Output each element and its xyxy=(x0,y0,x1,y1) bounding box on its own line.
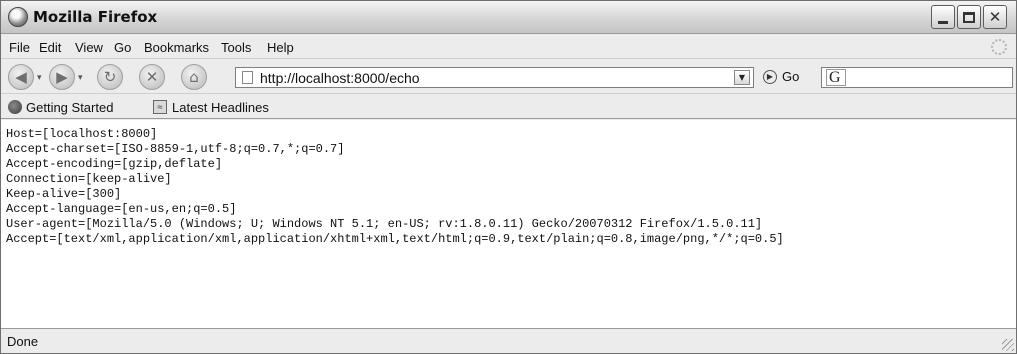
menu-bar: File Edit View Go Bookmarks Tools Help xyxy=(1,35,1016,59)
back-icon: ◀ xyxy=(15,68,27,86)
menu-help[interactable]: Help xyxy=(267,40,294,55)
url-bar[interactable]: http://localhost:8000/echo ▼ xyxy=(235,67,754,88)
forward-dropdown-icon[interactable]: ▾ xyxy=(78,73,83,83)
back-dropdown-icon[interactable]: ▾ xyxy=(37,73,42,83)
menu-bookmarks[interactable]: Bookmarks xyxy=(144,40,209,55)
url-dropdown-icon[interactable]: ▼ xyxy=(734,70,750,85)
go-icon[interactable]: ▶ xyxy=(763,70,777,84)
throbber-icon xyxy=(991,39,1007,55)
bookmark-getting-started[interactable]: Getting Started xyxy=(26,100,113,115)
go-button[interactable]: Go xyxy=(782,69,799,84)
reload-button[interactable]: ↻ xyxy=(97,64,123,90)
close-button[interactable]: ✕ xyxy=(983,5,1007,29)
menu-file[interactable]: File xyxy=(9,40,30,55)
content-line: Accept=[text/xml,application/xml,applica… xyxy=(6,232,784,246)
resize-grip-icon[interactable] xyxy=(1002,339,1014,351)
forward-button[interactable]: ▶ xyxy=(49,64,75,90)
search-engine-icon[interactable]: G xyxy=(826,69,846,86)
menu-tools[interactable]: Tools xyxy=(221,40,251,55)
url-text[interactable]: http://localhost:8000/echo xyxy=(260,70,420,86)
content-line: Accept-encoding=[gzip,deflate] xyxy=(6,157,223,171)
close-icon: ✕ xyxy=(988,8,1002,26)
content-line: Accept-charset=[ISO-8859-1,utf-8;q=0.7,*… xyxy=(6,142,345,156)
reload-icon: ↻ xyxy=(103,68,117,86)
rss-icon: ≈ xyxy=(153,100,167,114)
stop-button[interactable]: ✕ xyxy=(139,64,165,90)
window-title: Mozilla Firefox xyxy=(33,8,158,26)
stop-icon: ✕ xyxy=(145,68,159,86)
content-line: Keep-alive=[300] xyxy=(6,187,122,201)
forward-icon: ▶ xyxy=(56,68,68,86)
menu-go[interactable]: Go xyxy=(114,40,131,55)
content-line: User-agent=[Mozilla/5.0 (Windows; U; Win… xyxy=(6,217,763,231)
menu-edit[interactable]: Edit xyxy=(39,40,61,55)
navigation-toolbar: ◀ ▾ ▶ ▾ ↻ ✕ ⌂ http://localhost:8000/echo… xyxy=(1,60,1016,94)
content-line: Connection=[keep-alive] xyxy=(6,172,172,186)
bookmarks-toolbar: Getting Started ≈ Latest Headlines xyxy=(1,95,1016,119)
page-icon xyxy=(242,71,253,84)
getting-started-icon xyxy=(8,100,22,114)
browser-window: Mozilla Firefox ✕ File Edit View Go Book… xyxy=(0,0,1017,354)
maximize-icon xyxy=(963,11,975,23)
menu-view[interactable]: View xyxy=(75,40,103,55)
page-content: Host=[localhost:8000] Accept-charset=[IS… xyxy=(1,120,1016,328)
home-button[interactable]: ⌂ xyxy=(181,64,207,90)
status-bar: Done xyxy=(1,328,1016,353)
content-line: Accept-language=[en-us,en;q=0.5] xyxy=(6,202,237,216)
maximize-button[interactable] xyxy=(957,5,981,29)
minimize-button[interactable] xyxy=(931,5,955,29)
title-bar[interactable]: Mozilla Firefox ✕ xyxy=(1,1,1016,34)
minimize-icon xyxy=(938,20,948,24)
bookmark-latest-headlines[interactable]: Latest Headlines xyxy=(172,100,269,115)
back-button[interactable]: ◀ xyxy=(8,64,34,90)
firefox-icon xyxy=(8,7,28,27)
content-line: Host=[localhost:8000] xyxy=(6,127,158,141)
search-box[interactable]: G xyxy=(821,67,1013,88)
home-icon: ⌂ xyxy=(189,68,199,86)
status-text: Done xyxy=(7,334,39,349)
